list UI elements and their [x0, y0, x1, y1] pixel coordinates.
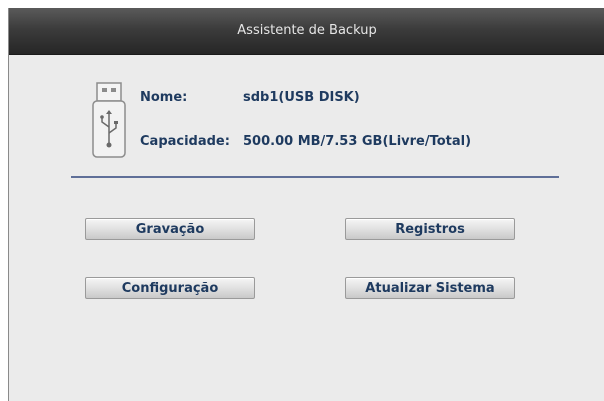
name-value: sdb1(USB DISK)	[243, 90, 360, 105]
configuration-button[interactable]: Configuração	[85, 277, 255, 299]
capacity-value: 500.00 MB/7.53 GB(Livre/Total)	[243, 134, 472, 149]
capacity-label: Capacidade:	[140, 134, 230, 149]
logs-button[interactable]: Registros	[345, 218, 515, 240]
dialog-title: Assistente de Backup	[237, 23, 377, 38]
recording-button[interactable]: Gravação	[85, 218, 255, 240]
update-system-button[interactable]: Atualizar Sistema	[345, 277, 515, 299]
title-bar: Assistente de Backup	[9, 8, 604, 55]
usb-drive-icon	[92, 82, 126, 158]
section-divider	[71, 176, 559, 178]
name-label: Nome:	[140, 90, 188, 105]
backup-wizard-dialog: Assistente de Backup Nome: sdb1(USB DISK…	[8, 8, 604, 401]
